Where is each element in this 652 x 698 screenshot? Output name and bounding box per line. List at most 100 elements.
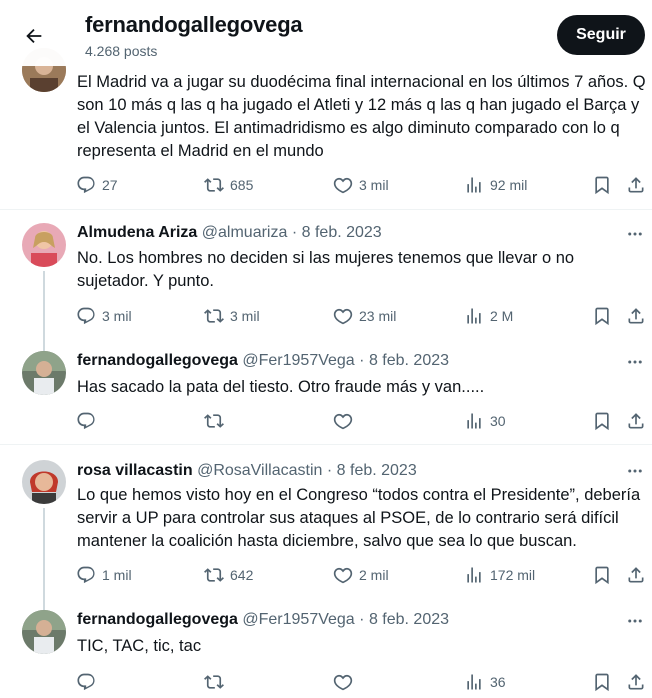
tweet-date[interactable]: 8 feb. 2023: [337, 462, 417, 479]
bookmark-button[interactable]: [592, 304, 612, 328]
share-icon: [628, 177, 644, 193]
author-name[interactable]: fernandogallegovega: [77, 352, 238, 369]
bookmark-button[interactable]: [592, 409, 612, 433]
author-name[interactable]: Almudena Ariza: [77, 224, 197, 241]
bookmark-icon: [595, 307, 609, 326]
like-icon: [333, 413, 353, 430]
share-button[interactable]: [626, 173, 646, 197]
retweet-icon: [204, 178, 224, 192]
share-button[interactable]: [626, 670, 646, 694]
views-count: 36: [490, 674, 506, 690]
tweet-header: Almudena Ariza @almuariza · 8 feb. 2023: [77, 224, 382, 242]
like-button[interactable]: [333, 670, 359, 694]
separator-dot: ·: [291, 224, 298, 241]
reply-button[interactable]: 27: [76, 173, 118, 197]
author-handle[interactable]: @almuariza: [202, 224, 288, 241]
bookmark-icon: [595, 566, 609, 585]
tweet[interactable]: fernandogallegovega @Fer1957Vega · 8 feb…: [0, 598, 652, 698]
retweet-button[interactable]: 642: [204, 563, 253, 587]
share-button[interactable]: [626, 409, 646, 433]
share-button[interactable]: [626, 304, 646, 328]
views-button[interactable]: 2 M: [464, 304, 513, 328]
views-button[interactable]: 30: [464, 409, 506, 433]
tweet-date[interactable]: 8 feb. 2023: [369, 352, 449, 369]
author-handle[interactable]: @Fer1957Vega: [242, 352, 354, 369]
avatar[interactable]: [22, 223, 66, 267]
tweet[interactable]: Almudena Ariza @almuariza · 8 feb. 2023 …: [0, 211, 652, 353]
more-icon[interactable]: [624, 460, 646, 482]
reply-icon: [77, 176, 95, 194]
like-icon: [333, 308, 353, 325]
tweet-header: rosa villacastin @RosaVillacastin · 8 fe…: [77, 462, 417, 480]
views-icon: [467, 308, 481, 324]
retweet-button[interactable]: [204, 409, 230, 433]
author-name[interactable]: rosa villacastin: [77, 462, 193, 479]
reply-icon: [77, 673, 95, 691]
tweet-header: fernandogallegovega @Fer1957Vega · 8 feb…: [77, 611, 449, 629]
retweet-button[interactable]: 685: [204, 173, 253, 197]
tweet-date[interactable]: 8 feb. 2023: [369, 611, 449, 628]
profile-name: fernandogallegovega: [85, 12, 303, 37]
reply-button[interactable]: [76, 409, 102, 433]
like-button[interactable]: 23 mil: [333, 304, 396, 328]
bookmark-button[interactable]: [592, 173, 612, 197]
tweet-text: Lo que hemos visto hoy en el Congreso “t…: [77, 486, 641, 550]
tweet-date[interactable]: 8 feb. 2023: [302, 224, 382, 241]
views-icon: [467, 674, 481, 690]
retweet-icon: [204, 568, 224, 582]
like-count: 3 mil: [359, 177, 389, 193]
avatar[interactable]: [22, 351, 66, 395]
reply-count: 27: [102, 177, 118, 193]
retweet-button[interactable]: [204, 670, 230, 694]
like-count: 2 mil: [359, 567, 389, 583]
avatar[interactable]: [22, 460, 66, 504]
author-name[interactable]: fernandogallegovega: [77, 611, 238, 628]
tweet[interactable]: fernandogallegovega @Fer1957Vega · 8 feb…: [0, 341, 652, 445]
tweet[interactable]: rosa villacastin @RosaVillacastin · 8 fe…: [0, 450, 652, 610]
share-button[interactable]: [626, 563, 646, 587]
thread-line: [43, 508, 45, 610]
views-count: 92 mil: [490, 177, 528, 193]
back-button[interactable]: [18, 20, 50, 52]
more-icon[interactable]: [624, 610, 646, 632]
views-button[interactable]: 92 mil: [464, 173, 527, 197]
reply-button[interactable]: [76, 670, 102, 694]
post-count: 4.268 posts: [85, 43, 158, 59]
reply-count: 1 mil: [102, 567, 132, 583]
retweet-icon: [204, 309, 224, 323]
views-button[interactable]: 36: [464, 670, 506, 694]
views-icon: [467, 413, 481, 429]
bookmark-icon: [595, 412, 609, 431]
share-icon: [628, 674, 644, 690]
share-icon: [628, 308, 644, 324]
bookmark-button[interactable]: [592, 670, 612, 694]
like-button[interactable]: 2 mil: [333, 563, 389, 587]
reply-count: 3 mil: [102, 308, 132, 324]
reply-button[interactable]: 1 mil: [76, 563, 132, 587]
profile-header: fernandogallegovega 4.268 posts Seguir: [0, 0, 652, 66]
more-icon[interactable]: [624, 223, 646, 245]
author-handle[interactable]: @Fer1957Vega: [242, 611, 354, 628]
more-icon[interactable]: [624, 351, 646, 373]
like-button[interactable]: [333, 409, 359, 433]
reply-icon: [77, 307, 95, 325]
tweet-text: No. Los hombres no deciden si las mujere…: [77, 249, 575, 290]
share-icon: [628, 413, 644, 429]
retweet-count: 685: [230, 177, 254, 193]
follow-button[interactable]: Seguir: [557, 15, 645, 55]
views-count: 172 mil: [490, 567, 536, 583]
views-count: 30: [490, 413, 506, 429]
tweet-header: fernandogallegovega @Fer1957Vega · 8 feb…: [77, 352, 449, 370]
like-icon: [333, 674, 353, 691]
like-button[interactable]: 3 mil: [333, 173, 389, 197]
reply-button[interactable]: 3 mil: [76, 304, 132, 328]
views-icon: [467, 177, 481, 193]
retweet-button[interactable]: 3 mil: [204, 304, 260, 328]
views-button[interactable]: 172 mil: [464, 563, 535, 587]
author-handle[interactable]: @RosaVillacastin: [197, 462, 322, 479]
reply-icon: [77, 412, 95, 430]
retweet-count: 642: [230, 567, 254, 583]
avatar[interactable]: [22, 610, 66, 654]
like-count: 23 mil: [359, 308, 397, 324]
bookmark-button[interactable]: [592, 563, 612, 587]
